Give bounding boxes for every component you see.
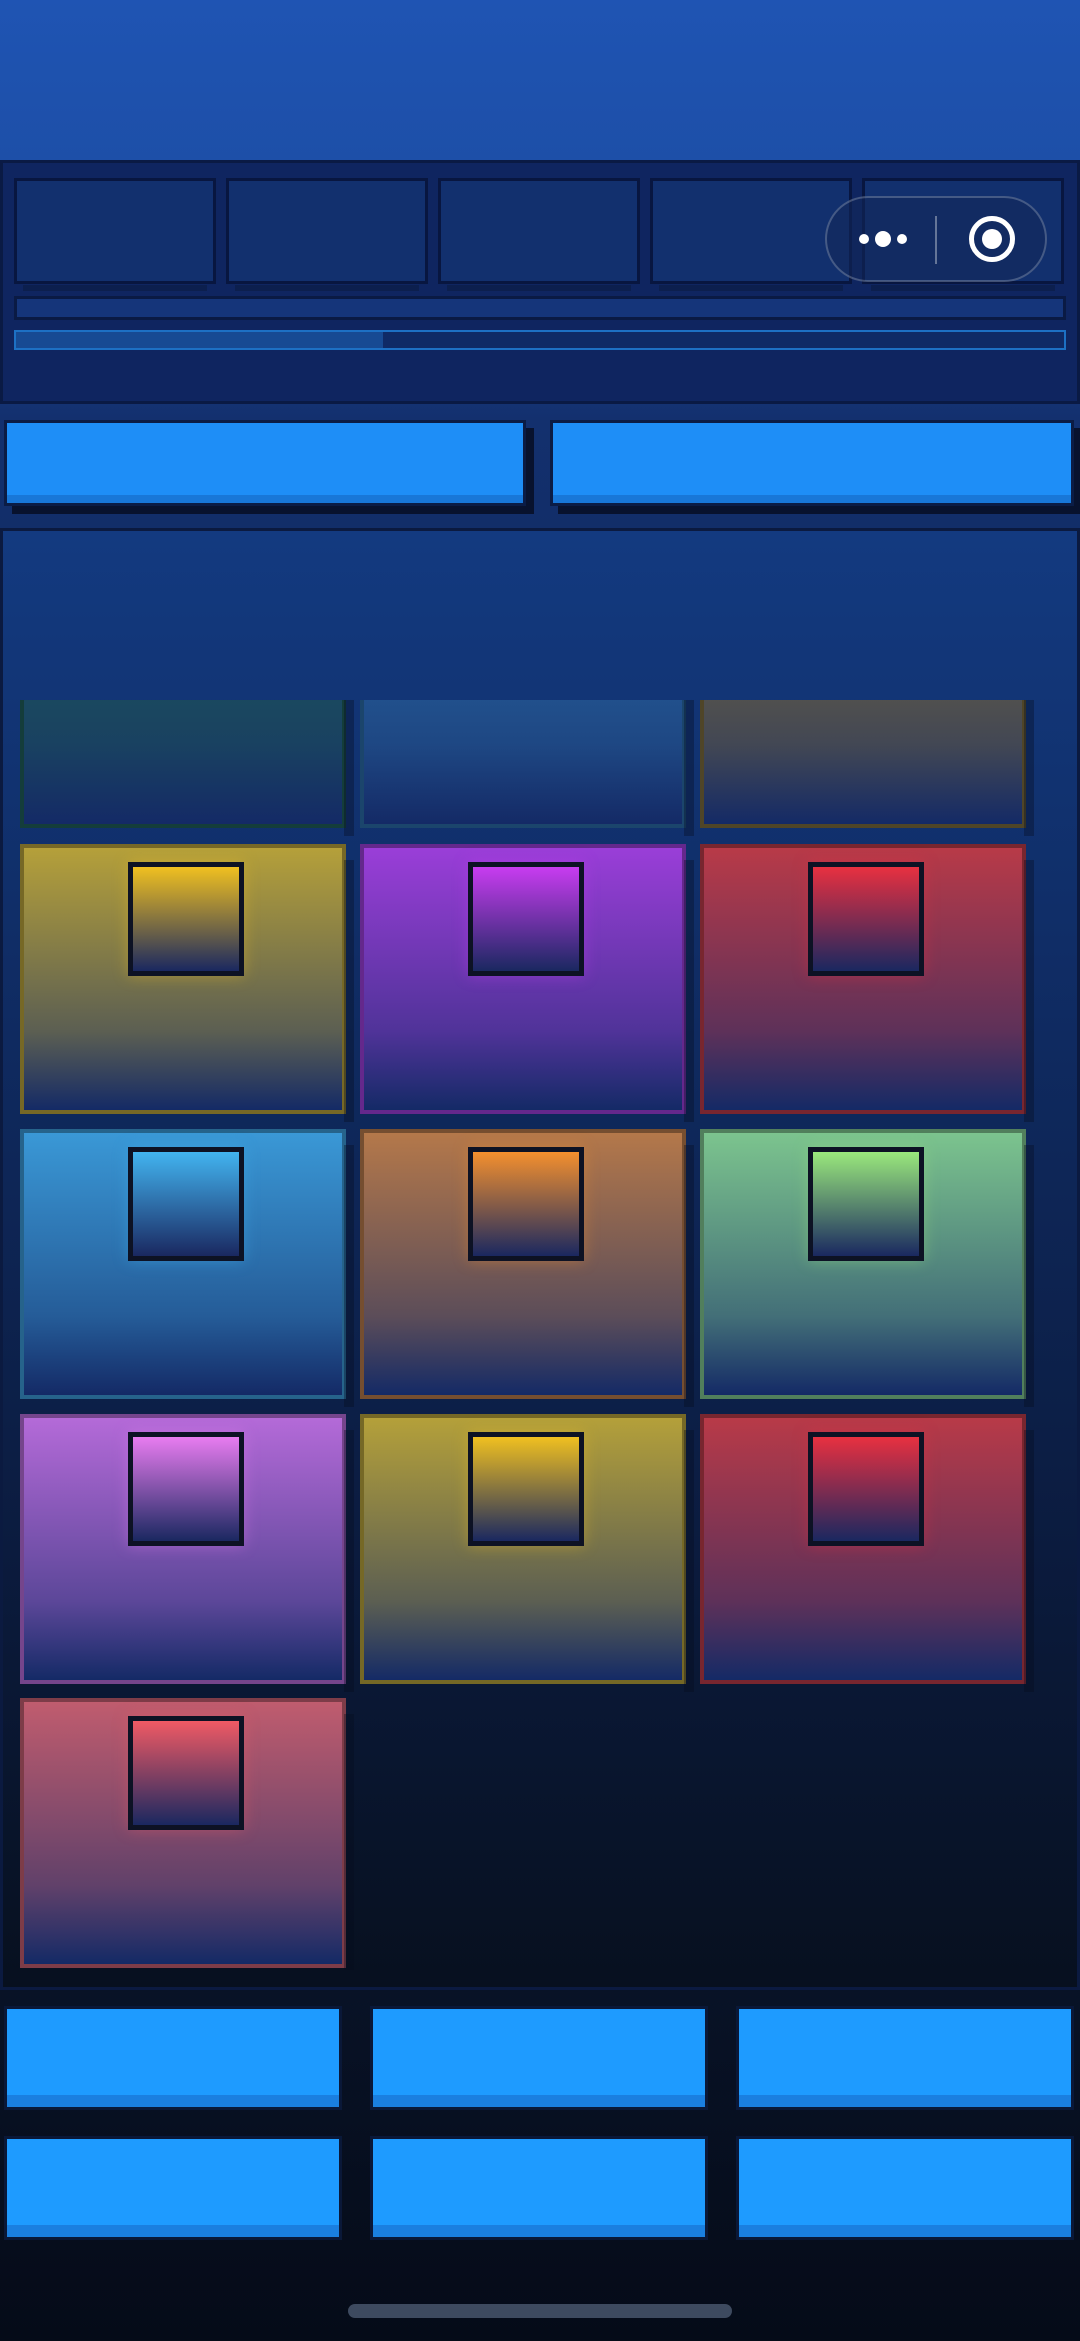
- more-dots-icon[interactable]: [827, 198, 935, 280]
- board-tile[interactable]: [20, 1414, 354, 1692]
- gem-icon: [808, 1147, 924, 1261]
- board-tile[interactable]: [360, 700, 694, 836]
- action-button-6[interactable]: [736, 2136, 1074, 2240]
- tile-grid: [10, 700, 1060, 1970]
- board-tile[interactable]: [700, 700, 1034, 836]
- board-tile[interactable]: [360, 844, 694, 1122]
- action-button-2[interactable]: [370, 2006, 708, 2110]
- gem-icon: [128, 862, 244, 976]
- record-target-icon[interactable]: [969, 216, 1015, 262]
- action-button-5[interactable]: [370, 2136, 708, 2240]
- action-button-3[interactable]: [736, 2006, 1074, 2110]
- gem-icon: [128, 1147, 244, 1261]
- top-button-right[interactable]: [550, 420, 1074, 506]
- gem-icon: [808, 862, 924, 976]
- board-tile[interactable]: [20, 1129, 354, 1407]
- gem-icon: [808, 1432, 924, 1546]
- inventory-slot-2[interactable]: [226, 178, 428, 291]
- inventory-slot-1[interactable]: [14, 178, 216, 291]
- board-tile[interactable]: [360, 1129, 694, 1407]
- gem-icon: [468, 862, 584, 976]
- board-tile[interactable]: [20, 700, 354, 836]
- inventory-slot-4[interactable]: [650, 178, 852, 291]
- action-button-4[interactable]: [4, 2136, 342, 2240]
- capsule-divider: [935, 216, 937, 264]
- board-tile[interactable]: [700, 844, 1034, 1122]
- board-tile[interactable]: [700, 1414, 1034, 1692]
- board-tile[interactable]: [360, 1414, 694, 1692]
- mini-program-capsule: [825, 196, 1047, 282]
- home-indicator: [348, 2304, 732, 2318]
- gem-icon: [128, 1716, 244, 1830]
- inventory-slot-3[interactable]: [438, 178, 640, 291]
- board-tile[interactable]: [20, 1698, 354, 1970]
- board-tile[interactable]: [20, 844, 354, 1122]
- gem-icon: [468, 1432, 584, 1546]
- board-tile[interactable]: [700, 1129, 1034, 1407]
- action-button-1[interactable]: [4, 2006, 342, 2110]
- gem-icon: [128, 1432, 244, 1546]
- status-bar: [14, 296, 1066, 320]
- top-button-left[interactable]: [4, 420, 526, 506]
- progress-fill: [16, 332, 383, 348]
- gem-icon: [468, 1147, 584, 1261]
